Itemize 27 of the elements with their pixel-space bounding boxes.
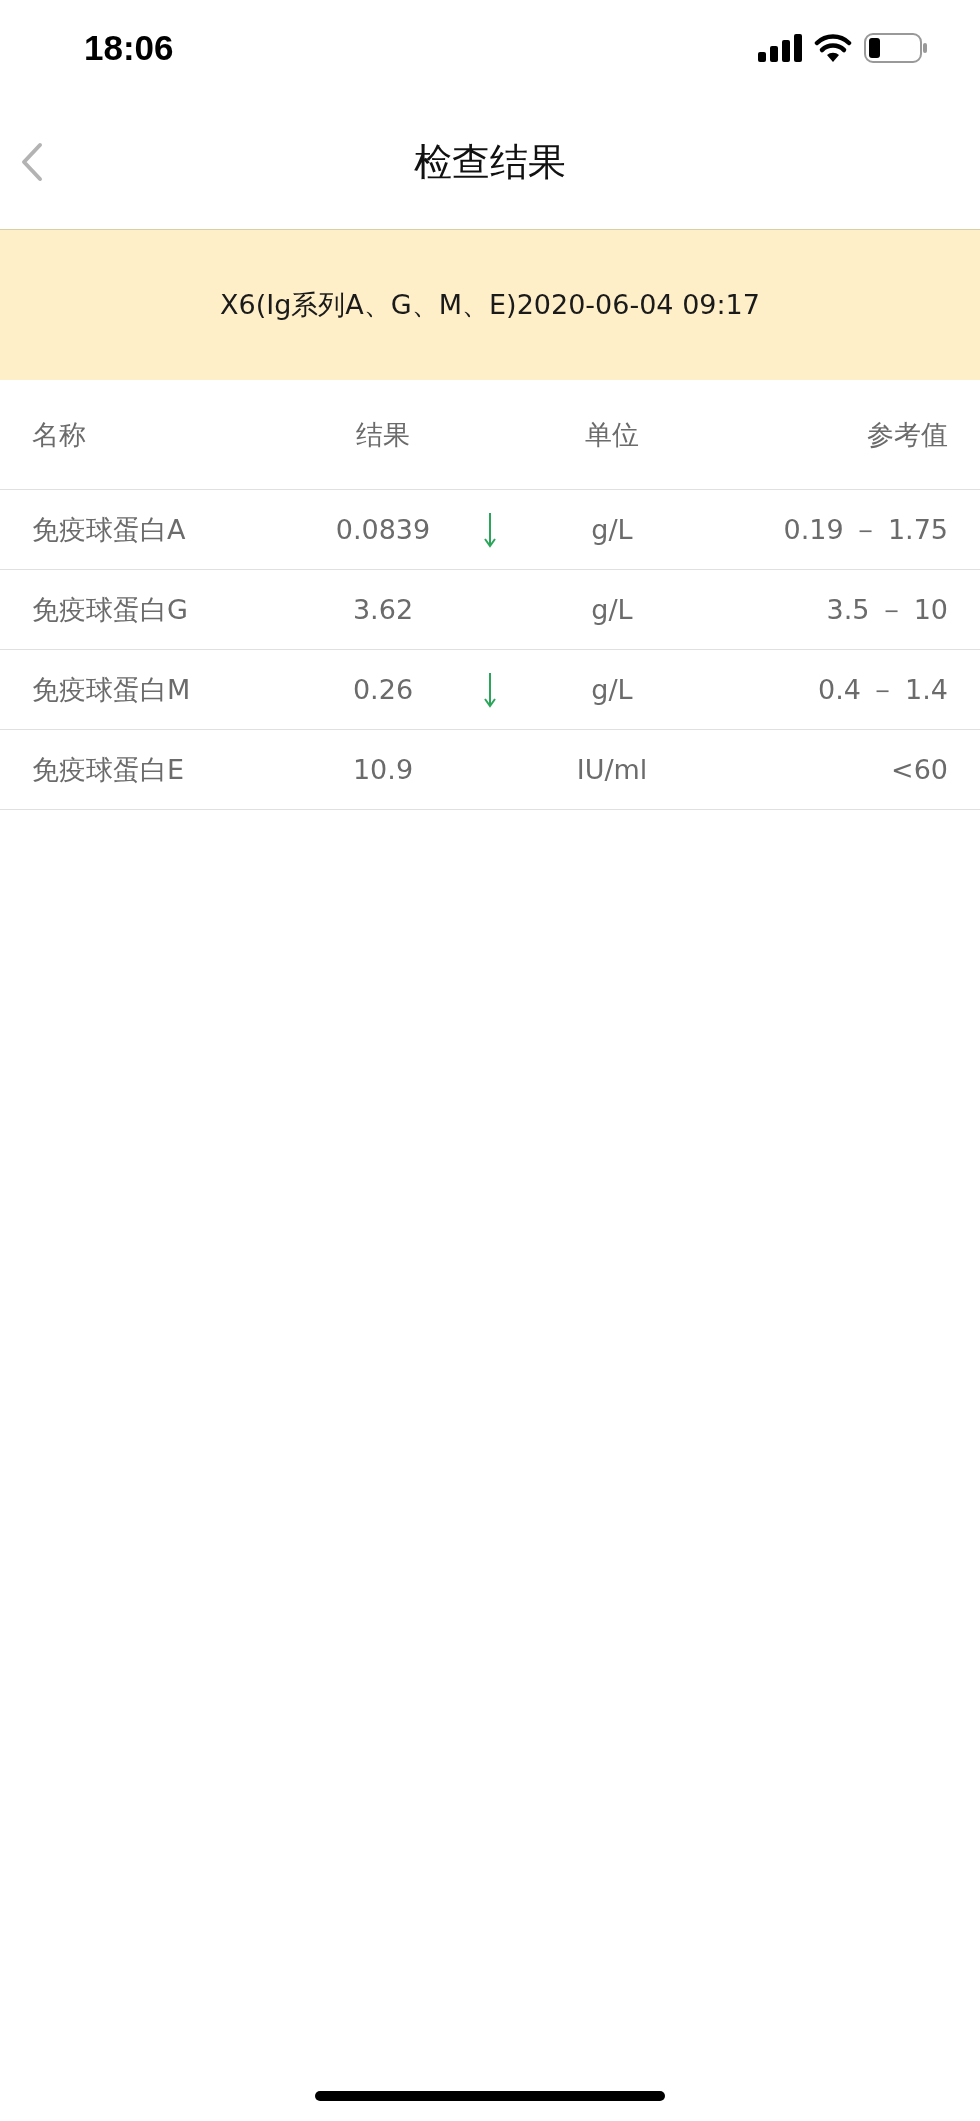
test-title: X6(Ig系列A、G、M、E)2020-06-04 09:17 (220, 288, 760, 322)
wifi-icon (814, 33, 852, 62)
table-cell-text: IU/ml (575, 754, 649, 785)
table-cell-text: 0.0839 (334, 514, 432, 545)
battery-icon (864, 32, 928, 63)
table-cell-text: 0.4 － 1.4 (816, 672, 948, 707)
page-title: 检查结果 (414, 138, 566, 186)
column-header: 结果 (355, 417, 411, 452)
column-header: 名称 (32, 417, 87, 452)
table-cell-text: 免疫球蛋白M (32, 672, 192, 707)
table-cell-text: g/L (590, 674, 634, 705)
table-cell-text: 免疫球蛋白A (32, 512, 187, 547)
table-cell-text: g/L (590, 594, 634, 625)
table-cell-text: 3.5 － 10 (825, 592, 948, 627)
column-header: 参考值 (866, 417, 948, 452)
table-cell-text: <60 (890, 754, 948, 785)
table-cell-text: 10.9 (351, 754, 415, 785)
table-cell-text: 0.26 (351, 674, 415, 705)
column-header: 单位 (584, 417, 640, 452)
table-cell-text: 3.62 (351, 594, 415, 625)
table-cell-text: g/L (590, 514, 634, 545)
table-cell-text: 0.19 － 1.75 (782, 512, 948, 547)
table-cell-text: 免疫球蛋白E (32, 752, 186, 787)
signal-icon (758, 33, 802, 62)
table-cell-text: 免疫球蛋白G (32, 592, 189, 627)
back-icon[interactable] (20, 142, 44, 182)
status-time: 18:06 (84, 27, 174, 68)
